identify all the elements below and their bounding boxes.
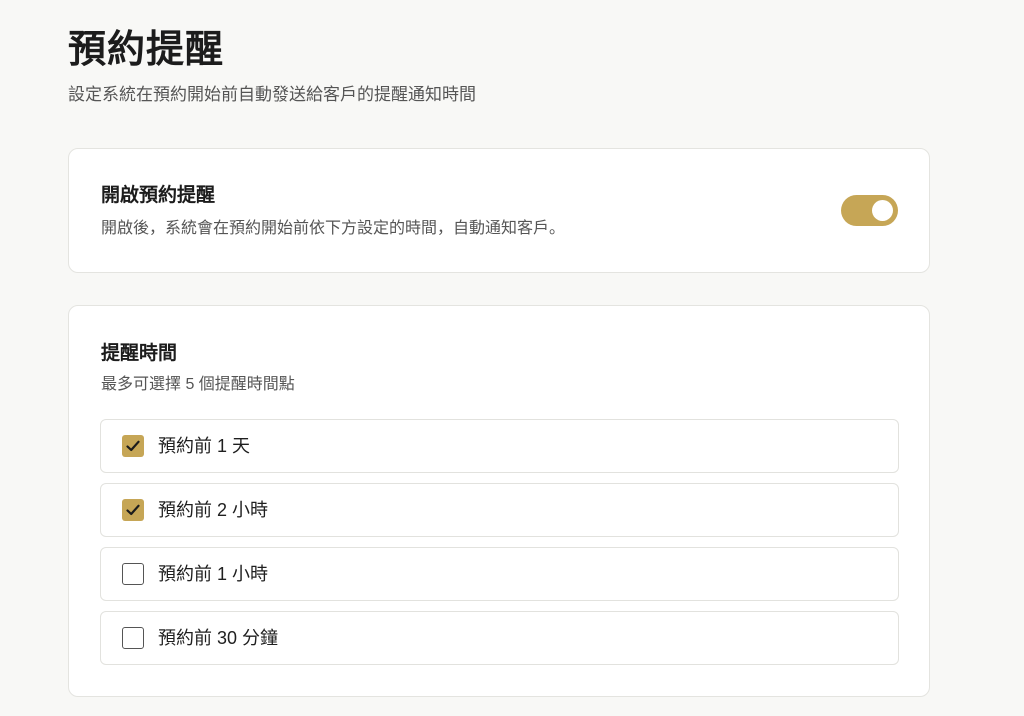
reminder-option-1-day[interactable]: 預約前 1 天 — [100, 419, 899, 473]
reminder-settings-page: 預約提醒 設定系統在預約開始前自動發送給客戶的提醒通知時間 開啟預約提醒 開啟後… — [0, 0, 1024, 716]
enable-reminder-card: 開啟預約提醒 開啟後，系統會在預約開始前依下方設定的時間，自動通知客戶。 — [68, 148, 930, 273]
enable-reminder-title: 開啟預約提醒 — [101, 185, 216, 206]
option-checkbox[interactable] — [122, 627, 144, 649]
reminder-option-30-minutes[interactable]: 預約前 30 分鐘 — [100, 611, 899, 665]
page-subtitle: 設定系統在預約開始前自動發送給客戶的提醒通知時間 — [68, 85, 476, 104]
option-checkbox[interactable] — [122, 435, 144, 457]
reminder-option-2-hours[interactable]: 預約前 2 小時 — [100, 483, 899, 537]
option-label: 預約前 2 小時 — [158, 500, 269, 520]
option-label: 預約前 1 天 — [158, 436, 251, 456]
option-label: 預約前 30 分鐘 — [158, 628, 279, 648]
page-title: 預約提醒 — [68, 29, 225, 71]
enable-reminder-description: 開啟後，系統會在預約開始前依下方設定的時間，自動通知客戶。 — [101, 220, 566, 237]
enable-reminder-toggle[interactable] — [841, 195, 898, 226]
check-icon — [126, 440, 140, 452]
reminder-times-card: 提醒時間 最多可選擇 5 個提醒時間點 預約前 1 天 預約前 2 小時 預約前… — [68, 305, 930, 697]
reminder-option-list: 預約前 1 天 預約前 2 小時 預約前 1 小時 預約前 30 分鐘 — [100, 419, 899, 675]
toggle-knob — [872, 200, 893, 221]
option-checkbox[interactable] — [122, 499, 144, 521]
option-checkbox[interactable] — [122, 563, 144, 585]
reminder-times-title: 提醒時間 — [101, 343, 178, 364]
check-icon — [126, 504, 140, 516]
reminder-times-hint: 最多可選擇 5 個提醒時間點 — [101, 376, 295, 393]
reminder-option-1-hour[interactable]: 預約前 1 小時 — [100, 547, 899, 601]
option-label: 預約前 1 小時 — [158, 564, 269, 584]
